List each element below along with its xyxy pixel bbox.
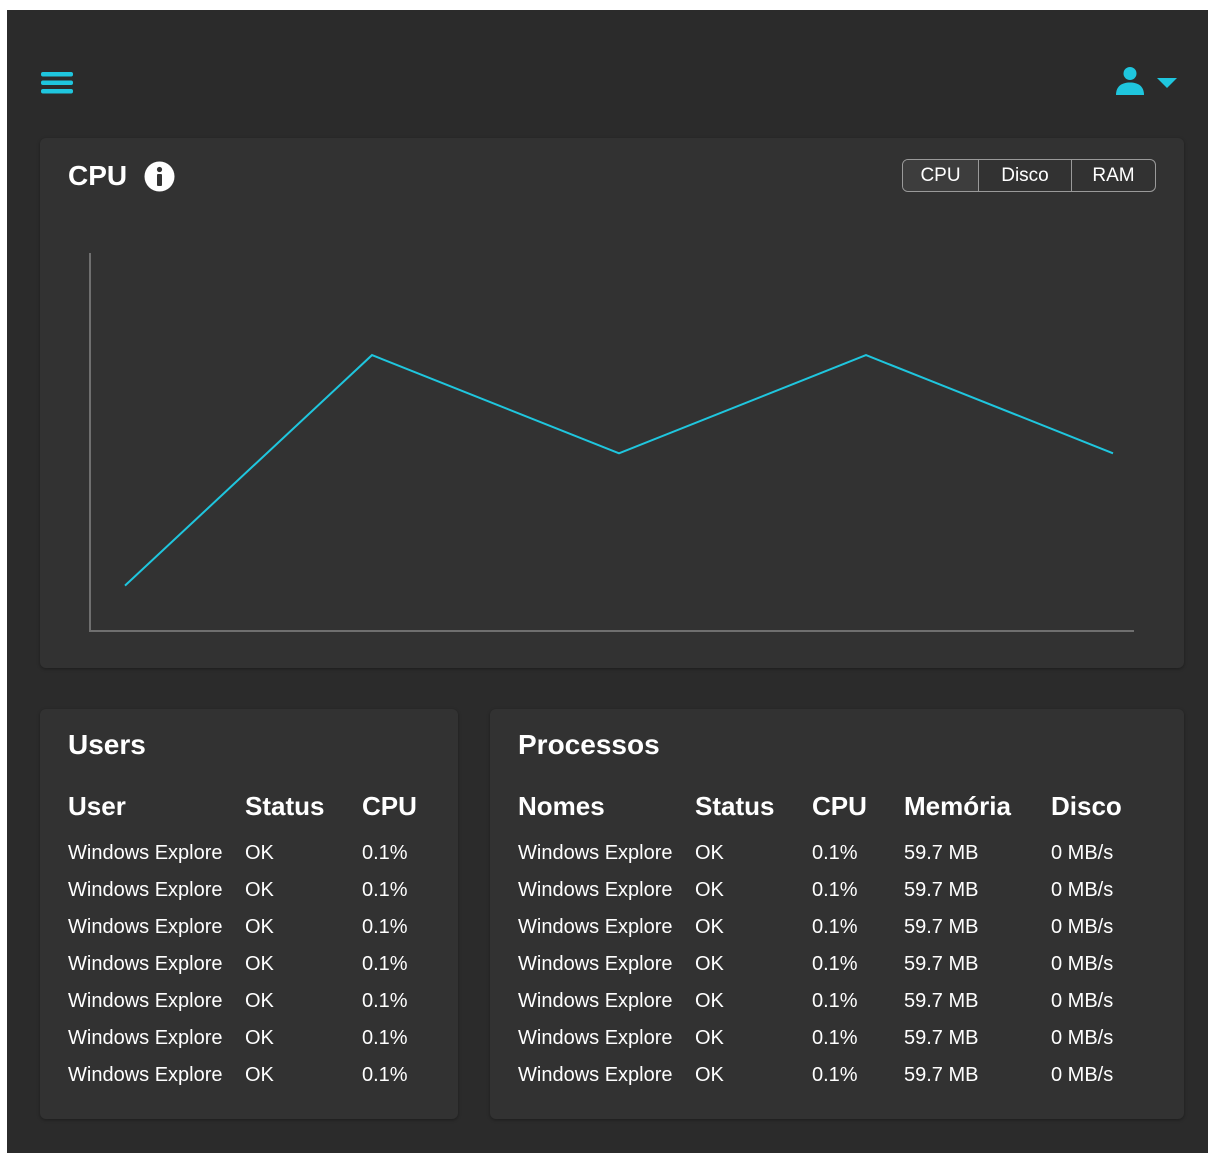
column-header-status: Status [245,791,325,821]
column-header-cpu: CPU [362,791,417,821]
table-cell: 0.1% [812,1064,858,1086]
table-cell: 0 MB/s [1051,953,1114,975]
processes-card: Processos Nomes Status CPU Memória Disco… [490,709,1184,1119]
table-cell: 0.1% [362,879,408,901]
caret-down-icon [1157,78,1177,88]
table-cell: 0.1% [812,953,858,975]
table-cell: OK [245,1064,274,1086]
cpu-chart-card: CPU CPU Disco RAM [40,138,1184,668]
table-cell: 0 MB/s [1051,1027,1114,1049]
table-cell: 0.1% [812,879,858,901]
table-cell: OK [245,916,274,938]
users-card-title: Users [68,729,146,760]
table-cell: Windows Explore [518,953,673,975]
table-cell: OK [245,990,274,1012]
table-cell: Windows Explore [518,879,673,901]
table-cell: OK [695,916,724,938]
table-cell: 59.7 MB [904,916,979,938]
table-cell: OK [245,1027,274,1049]
table-cell: OK [695,879,724,901]
table-cell: 59.7 MB [904,1064,979,1086]
cpu-series-line [124,353,1114,587]
table-cell: 0.1% [362,953,408,975]
table-cell: OK [695,1064,724,1086]
table-cell: OK [695,842,724,864]
table-cell: 0.1% [812,842,858,864]
users-card: Users User Status CPU Windows Explore OK 0… [40,709,458,1119]
column-header-status: Status [695,791,775,821]
table-cell: OK [245,953,274,975]
table-cell: Windows Explore [68,916,223,938]
table-cell: 0.1% [362,1064,408,1086]
dashboard: CPU CPU Disco RAM Users User Status CPU … [7,10,1208,1153]
table-cell: 0.1% [362,842,408,864]
column-header-cpu: CPU [812,791,867,821]
cpu-line-chart [89,253,1134,632]
tab-disco[interactable]: Disco [979,160,1072,191]
table-cell: Windows Explore [68,1064,223,1086]
info-icon[interactable] [144,161,175,192]
table-cell: OK [695,990,724,1012]
metric-selector: CPU Disco RAM [902,159,1156,192]
table-cell: 59.7 MB [904,842,979,864]
table-cell: Windows Explore [518,1064,673,1086]
column-header-nomes: Nomes [518,791,605,821]
table-cell: 0 MB/s [1051,1064,1114,1086]
table-cell: Windows Explore [68,842,223,864]
table-cell: Windows Explore [68,953,223,975]
column-header-memoria: Memória [904,791,1011,821]
tab-cpu[interactable]: CPU [903,160,979,191]
table-cell: Windows Explore [518,1027,673,1049]
table-cell: 59.7 MB [904,1027,979,1049]
table-cell: 0.1% [812,1027,858,1049]
table-cell: 59.7 MB [904,990,979,1012]
table-cell: Windows Explore [518,842,673,864]
table-cell: Windows Explore [68,990,223,1012]
table-cell: Windows Explore [518,990,673,1012]
table-cell: OK [695,953,724,975]
column-header-disco: Disco [1051,791,1122,821]
table-cell: OK [245,842,274,864]
table-cell: 0.1% [812,990,858,1012]
table-cell: 0 MB/s [1051,916,1114,938]
table-cell: 0.1% [362,1027,408,1049]
processes-card-title: Processos [518,729,660,760]
user-icon [1116,67,1177,95]
table-cell: OK [695,1027,724,1049]
table-cell: 0.1% [362,990,408,1012]
user-menu-button[interactable] [1113,67,1183,97]
table-cell: 0.1% [812,916,858,938]
table-cell: Windows Explore [68,1027,223,1049]
hamburger-menu-icon[interactable] [41,70,73,96]
table-cell: 0 MB/s [1051,842,1114,864]
table-cell: Windows Explore [68,879,223,901]
column-header-user: User [68,791,126,821]
table-cell: 0 MB/s [1051,879,1114,901]
table-cell: 59.7 MB [904,953,979,975]
tab-ram[interactable]: RAM [1072,160,1155,191]
table-cell: Windows Explore [518,916,673,938]
table-cell: 59.7 MB [904,879,979,901]
table-cell: 0 MB/s [1051,990,1114,1012]
table-cell: OK [245,879,274,901]
table-cell: 0.1% [362,916,408,938]
cpu-card-title: CPU [68,160,128,191]
